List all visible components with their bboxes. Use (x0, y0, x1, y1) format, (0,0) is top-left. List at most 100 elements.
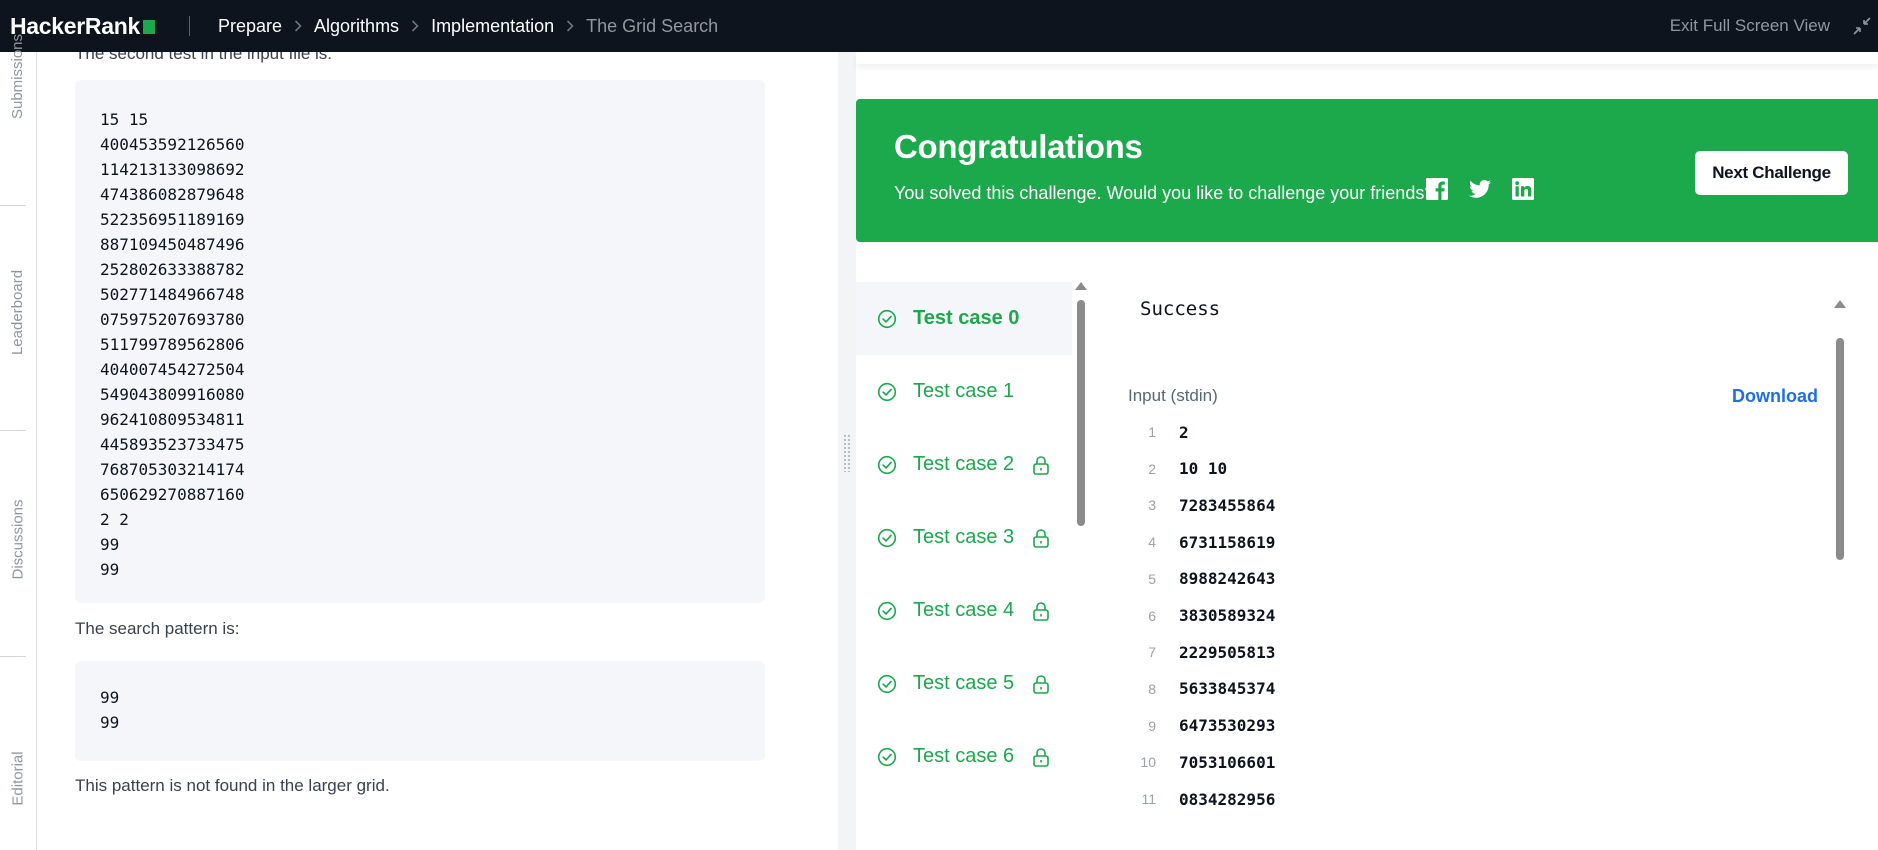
input-line: 5 8988242643 (1128, 564, 1688, 594)
code-line: 99 (100, 535, 120, 554)
next-challenge-button[interactable]: Next Challenge (1695, 151, 1848, 195)
tab-editorial-label: Editorial (9, 750, 27, 806)
logo-text: HackerRank (10, 12, 140, 39)
test-case-0[interactable]: Test case 0 (856, 282, 1072, 355)
scroll-up-icon[interactable] (1834, 300, 1846, 308)
success-banner: Congratulations You solved this challeng… (856, 99, 1878, 242)
lock-icon (1032, 528, 1050, 548)
check-circle-icon (877, 382, 897, 402)
input-line: 11 0834282956 (1128, 784, 1688, 814)
line-number: 1 (1148, 424, 1156, 440)
tab-divider (0, 205, 26, 206)
test-case-label: Test case 4 (913, 599, 1015, 621)
side-tabs: Submissions Leaderboard Discussions Edit… (0, 33, 37, 850)
input-line: 9 6473530293 (1128, 711, 1688, 741)
code-line: 474386082879648 (100, 185, 245, 204)
breadcrumb-current-challenge: The Grid Search (586, 15, 719, 36)
code-line: 962410809534811 (100, 410, 245, 429)
tab-divider (0, 656, 26, 657)
test-case-list: Test case 0 Test case 1 Test case 2 Test ca… (856, 282, 1074, 850)
code-line: 404007454272504 (100, 360, 245, 379)
chevron-right-icon (566, 20, 574, 32)
chevron-right-icon (294, 20, 302, 32)
line-value: 7283455864 (1179, 495, 1276, 515)
test-case-label: Test case 6 (913, 745, 1015, 767)
check-circle-icon (877, 674, 897, 694)
input-line: 12 (1128, 417, 1688, 447)
test-case-5[interactable]: Test case 5 (856, 647, 1072, 720)
lock-icon (1032, 747, 1050, 767)
test-case-label: Test case 2 (913, 453, 1015, 475)
scrollbar-thumb[interactable] (1836, 338, 1844, 560)
line-number: 2 (1148, 460, 1156, 477)
scroll-up-icon[interactable] (1075, 282, 1087, 290)
input-line: 8 5633845374 (1128, 674, 1688, 704)
output-scrollbar[interactable] (1833, 298, 1847, 818)
line-value: 0834282956 (1179, 789, 1276, 809)
input-line: 4 6731158619 (1128, 527, 1688, 557)
description-text: The second test in the input file is: (75, 52, 333, 63)
sample-input-block: 15 15 400453592126560 114213133098692 47438… (75, 80, 765, 603)
hackerrank-logo[interactable]: HackerRank (10, 13, 155, 40)
line-number: 4 (1148, 534, 1156, 551)
code-line: 99 (100, 713, 120, 732)
test-case-3[interactable]: Test case 3 (856, 501, 1072, 574)
line-number: 6 (1148, 607, 1156, 624)
tab-editorial[interactable]: Editorial (0, 728, 36, 828)
drag-handle-icon[interactable] (843, 434, 851, 472)
test-case-label: Test case 1 (913, 380, 1015, 402)
search-pattern-block: 99 99 (75, 661, 765, 761)
line-number: 8 (1148, 680, 1156, 697)
check-circle-icon (877, 601, 897, 621)
line-value: 8988242643 (1179, 569, 1276, 589)
code-line: 522356951189169 (100, 210, 245, 229)
collapse-icon[interactable] (1850, 14, 1874, 38)
tab-submissions-label: Submissions (9, 33, 27, 119)
twitter-icon[interactable] (1468, 177, 1492, 201)
download-link[interactable]: Download (1732, 386, 1818, 407)
banner-subtitle: You solved this challenge. Would you lik… (894, 183, 1435, 203)
code-line: 650629270887160 (100, 485, 245, 504)
test-case-6[interactable]: Test case 6 (856, 720, 1072, 793)
test-case-scrollbar[interactable] (1074, 282, 1088, 812)
tab-discussions[interactable]: Discussions (0, 484, 36, 594)
breadcrumb-algorithms[interactable]: Algorithms (314, 16, 399, 37)
code-line: 252802633388782 (100, 260, 245, 279)
line-value: 10 10 (1179, 459, 1228, 479)
line-number: 5 (1148, 570, 1156, 587)
line-number: 7 (1148, 644, 1156, 661)
input-line: 3 7283455864 (1128, 490, 1688, 520)
code-line: 114213133098692 (100, 160, 245, 179)
line-value: 7053106601 (1179, 752, 1276, 772)
tab-divider (0, 430, 26, 431)
tab-discussions-label: Discussions (9, 498, 27, 580)
lock-icon (1032, 601, 1050, 621)
check-circle-icon (877, 455, 897, 475)
tab-submissions[interactable]: Submissions (0, 33, 36, 140)
banner-title: Congratulations (894, 128, 1143, 165)
exit-fullscreen-link[interactable]: Exit Full Screen View (1670, 0, 1830, 52)
tab-leaderboard-label: Leaderboard (9, 269, 27, 355)
code-line: 2 2 (100, 510, 129, 529)
panel-splitter[interactable] (838, 52, 856, 850)
code-line: 15 15 (100, 110, 149, 129)
code-line: 511799789562806 (100, 335, 245, 354)
linkedin-icon[interactable] (1511, 177, 1535, 201)
results-header-strip (856, 52, 1878, 64)
nav-divider (188, 16, 190, 36)
top-nav: HackerRank Prepare Algorithms Implementa… (0, 0, 1878, 52)
code-line: 502771484966748 (100, 285, 245, 304)
tab-leaderboard[interactable]: Leaderboard (0, 257, 36, 367)
code-line: 99 (100, 560, 120, 579)
output-status: Success (1140, 298, 1221, 320)
test-case-4[interactable]: Test case 4 (856, 574, 1072, 647)
test-case-2[interactable]: Test case 2 (856, 428, 1072, 501)
results-panel: Congratulations You solved this challeng… (856, 52, 1878, 850)
facebook-icon[interactable] (1425, 177, 1449, 201)
breadcrumb-prepare[interactable]: Prepare (218, 16, 282, 37)
scrollbar-thumb[interactable] (1077, 300, 1085, 526)
test-case-label: Test case 5 (913, 672, 1015, 694)
breadcrumb-implementation[interactable]: Implementation (431, 16, 554, 37)
input-line: 7 2229505813 (1128, 637, 1688, 667)
test-case-1[interactable]: Test case 1 (856, 355, 1072, 428)
